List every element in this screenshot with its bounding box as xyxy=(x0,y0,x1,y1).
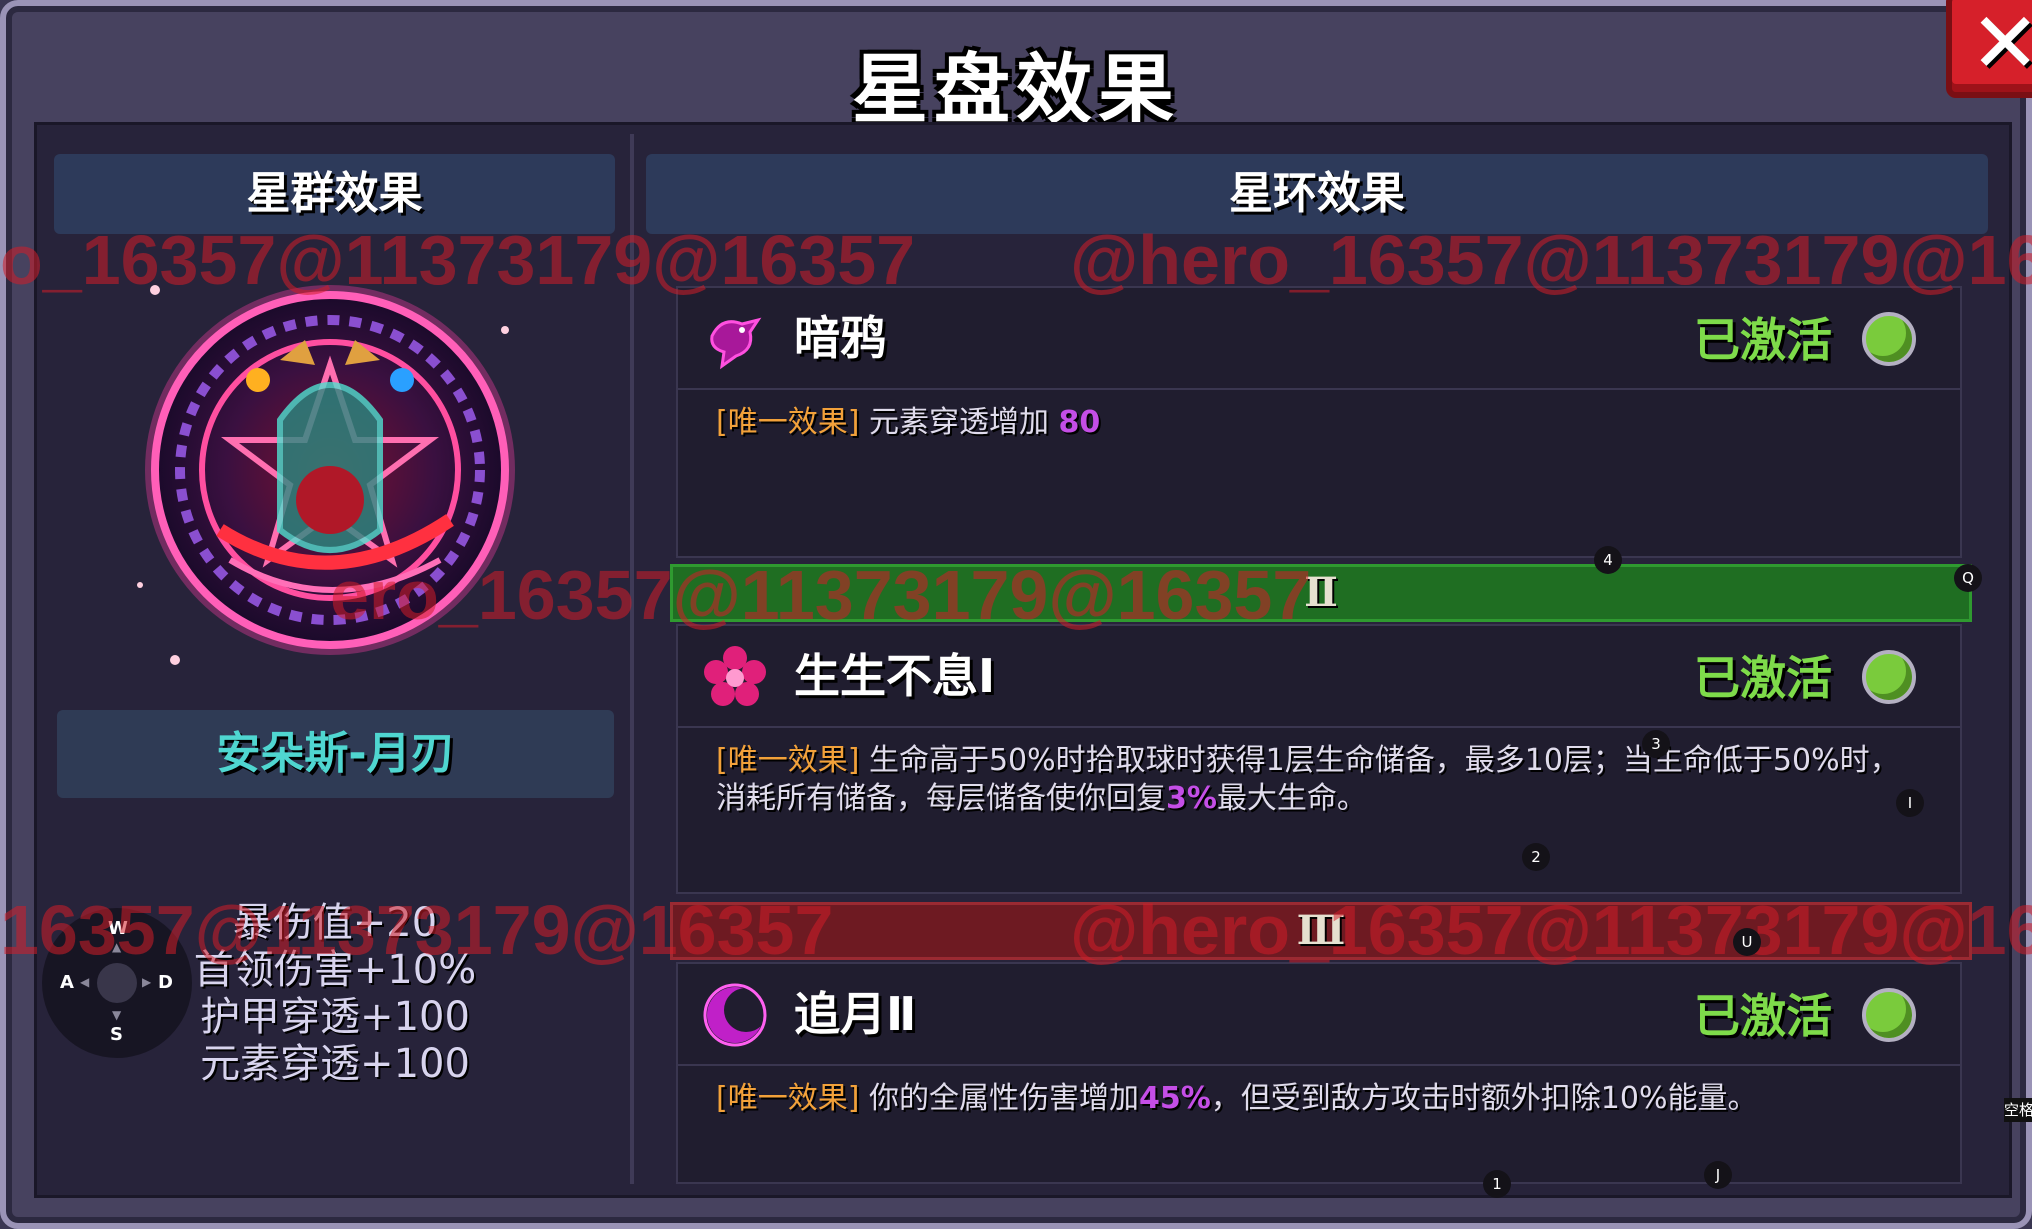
constellation-effect-header: 星群效果 xyxy=(54,154,615,234)
card-header: 生生不息Ⅰ 已激活 xyxy=(678,626,1960,728)
dpad-left-key[interactable]: A xyxy=(60,972,74,993)
dpad-center xyxy=(97,963,137,1003)
unique-effect-tag: [唯一效果] xyxy=(716,405,860,440)
card-description: [唯一效果] 生命高于50%时拾取球时获得1层生命储备，最多10层；当生命低于5… xyxy=(716,742,1926,818)
keyboard-hint-marker[interactable]: 2 xyxy=(1522,843,1550,871)
close-button[interactable]: ✕ xyxy=(1946,0,2032,98)
desc-value: 3% xyxy=(1166,781,1217,816)
card-header: 暗鸦 已激活 xyxy=(678,288,1960,390)
active-indicator-icon xyxy=(1862,650,1916,704)
space-key-hint[interactable]: 空格 xyxy=(2004,1098,2032,1122)
constellation-stats: 暴伤值+20 首领伤害+10% 护甲穿透+100 元素穿透+100 xyxy=(150,900,520,1088)
star-chart-emblem xyxy=(137,285,515,665)
card-description: [唯一效果] 你的全属性伤害增加45%，但受到敌方攻击时额外扣除10%能量。 xyxy=(716,1080,1926,1118)
flower-icon xyxy=(704,646,766,706)
keyboard-hint-marker[interactable]: U xyxy=(1733,928,1761,956)
panel-divider xyxy=(630,134,634,1184)
card-name: 追月Ⅱ xyxy=(794,987,917,1041)
dpad-down-key[interactable]: S xyxy=(110,1024,123,1045)
desc-text: ，但受到敌方攻击时额外扣除10%能量。 xyxy=(1210,1081,1758,1116)
unique-effect-tag: [唯一效果] xyxy=(716,743,860,778)
activated-status: 已激活 xyxy=(1694,313,1832,367)
active-indicator-icon xyxy=(1862,312,1916,366)
desc-value: 45% xyxy=(1138,1081,1211,1116)
desc-text: 最大生命。 xyxy=(1216,781,1367,816)
ring-effect-card: 暗鸦 已激活 [唯一效果] 元素穿透增加 80 xyxy=(676,286,1962,558)
stat-crit-damage: 暴伤值+20 xyxy=(232,900,438,946)
keyboard-hint-marker[interactable]: 3 xyxy=(1642,730,1670,758)
stat-armor-penetration: 护甲穿透+100 xyxy=(200,994,470,1040)
unique-effect-tag: [唯一效果] xyxy=(716,1081,860,1116)
activated-status: 已激活 xyxy=(1694,989,1832,1043)
ring-effect-card: 追月Ⅱ 已激活 [唯一效果] 你的全属性伤害增加45%，但受到敌方攻击时额外扣除… xyxy=(676,962,1962,1184)
ring-tier-bar-2: Ⅱ xyxy=(670,564,1972,622)
card-header: 追月Ⅱ 已激活 xyxy=(678,964,1960,1066)
keyboard-hint-marker[interactable]: 4 xyxy=(1594,546,1622,574)
card-name: 暗鸦 xyxy=(794,311,886,365)
dpad-right-key[interactable]: D xyxy=(158,972,173,993)
close-icon: ✕ xyxy=(1970,0,2032,92)
arrow-right-icon: ▶ xyxy=(142,975,152,989)
stat-boss-damage: 首领伤害+10% xyxy=(193,947,477,993)
ring-tier-bar-3: Ⅲ xyxy=(670,902,1972,960)
arrow-left-icon: ◀ xyxy=(80,975,90,989)
activated-status: 已激活 xyxy=(1694,651,1832,705)
raven-icon xyxy=(710,317,762,370)
card-name: 生生不息Ⅰ xyxy=(794,649,996,703)
arrow-down-icon: ▼ xyxy=(112,1008,122,1022)
dpad-overlay[interactable]: W ▲ A ◀ D ▶ S ▼ xyxy=(42,908,192,1058)
desc-text: 元素穿透增加 xyxy=(868,405,1059,440)
desc-text: 你的全属性伤害增加 xyxy=(868,1081,1139,1116)
card-description: [唯一效果] 元素穿透增加 80 xyxy=(716,404,1926,442)
stat-elemental-penetration: 元素穿透+100 xyxy=(200,1041,470,1087)
desc-value: 80 xyxy=(1058,405,1101,440)
keyboard-hint-marker[interactable]: J xyxy=(1704,1161,1732,1189)
dpad-up-key[interactable]: W xyxy=(108,918,128,939)
keyboard-hint-marker[interactable]: I xyxy=(1896,789,1924,817)
ring-tier-label: Ⅱ xyxy=(1304,569,1338,616)
ring-tier-label: Ⅲ xyxy=(1296,907,1346,954)
star-ring-effect-header: 星环效果 xyxy=(646,154,1988,234)
crescent-moon-icon xyxy=(703,983,768,1047)
arrow-up-icon: ▲ xyxy=(112,940,122,954)
hero-name: 安朵斯-月刃 xyxy=(57,710,614,798)
active-indicator-icon xyxy=(1862,988,1916,1042)
keyboard-hint-marker[interactable]: Q xyxy=(1954,564,1982,592)
keyboard-hint-marker[interactable]: 1 xyxy=(1483,1170,1511,1198)
ring-effect-card: 生生不息Ⅰ 已激活 [唯一效果] 生命高于50%时拾取球时获得1层生命储备，最多… xyxy=(676,624,1962,894)
